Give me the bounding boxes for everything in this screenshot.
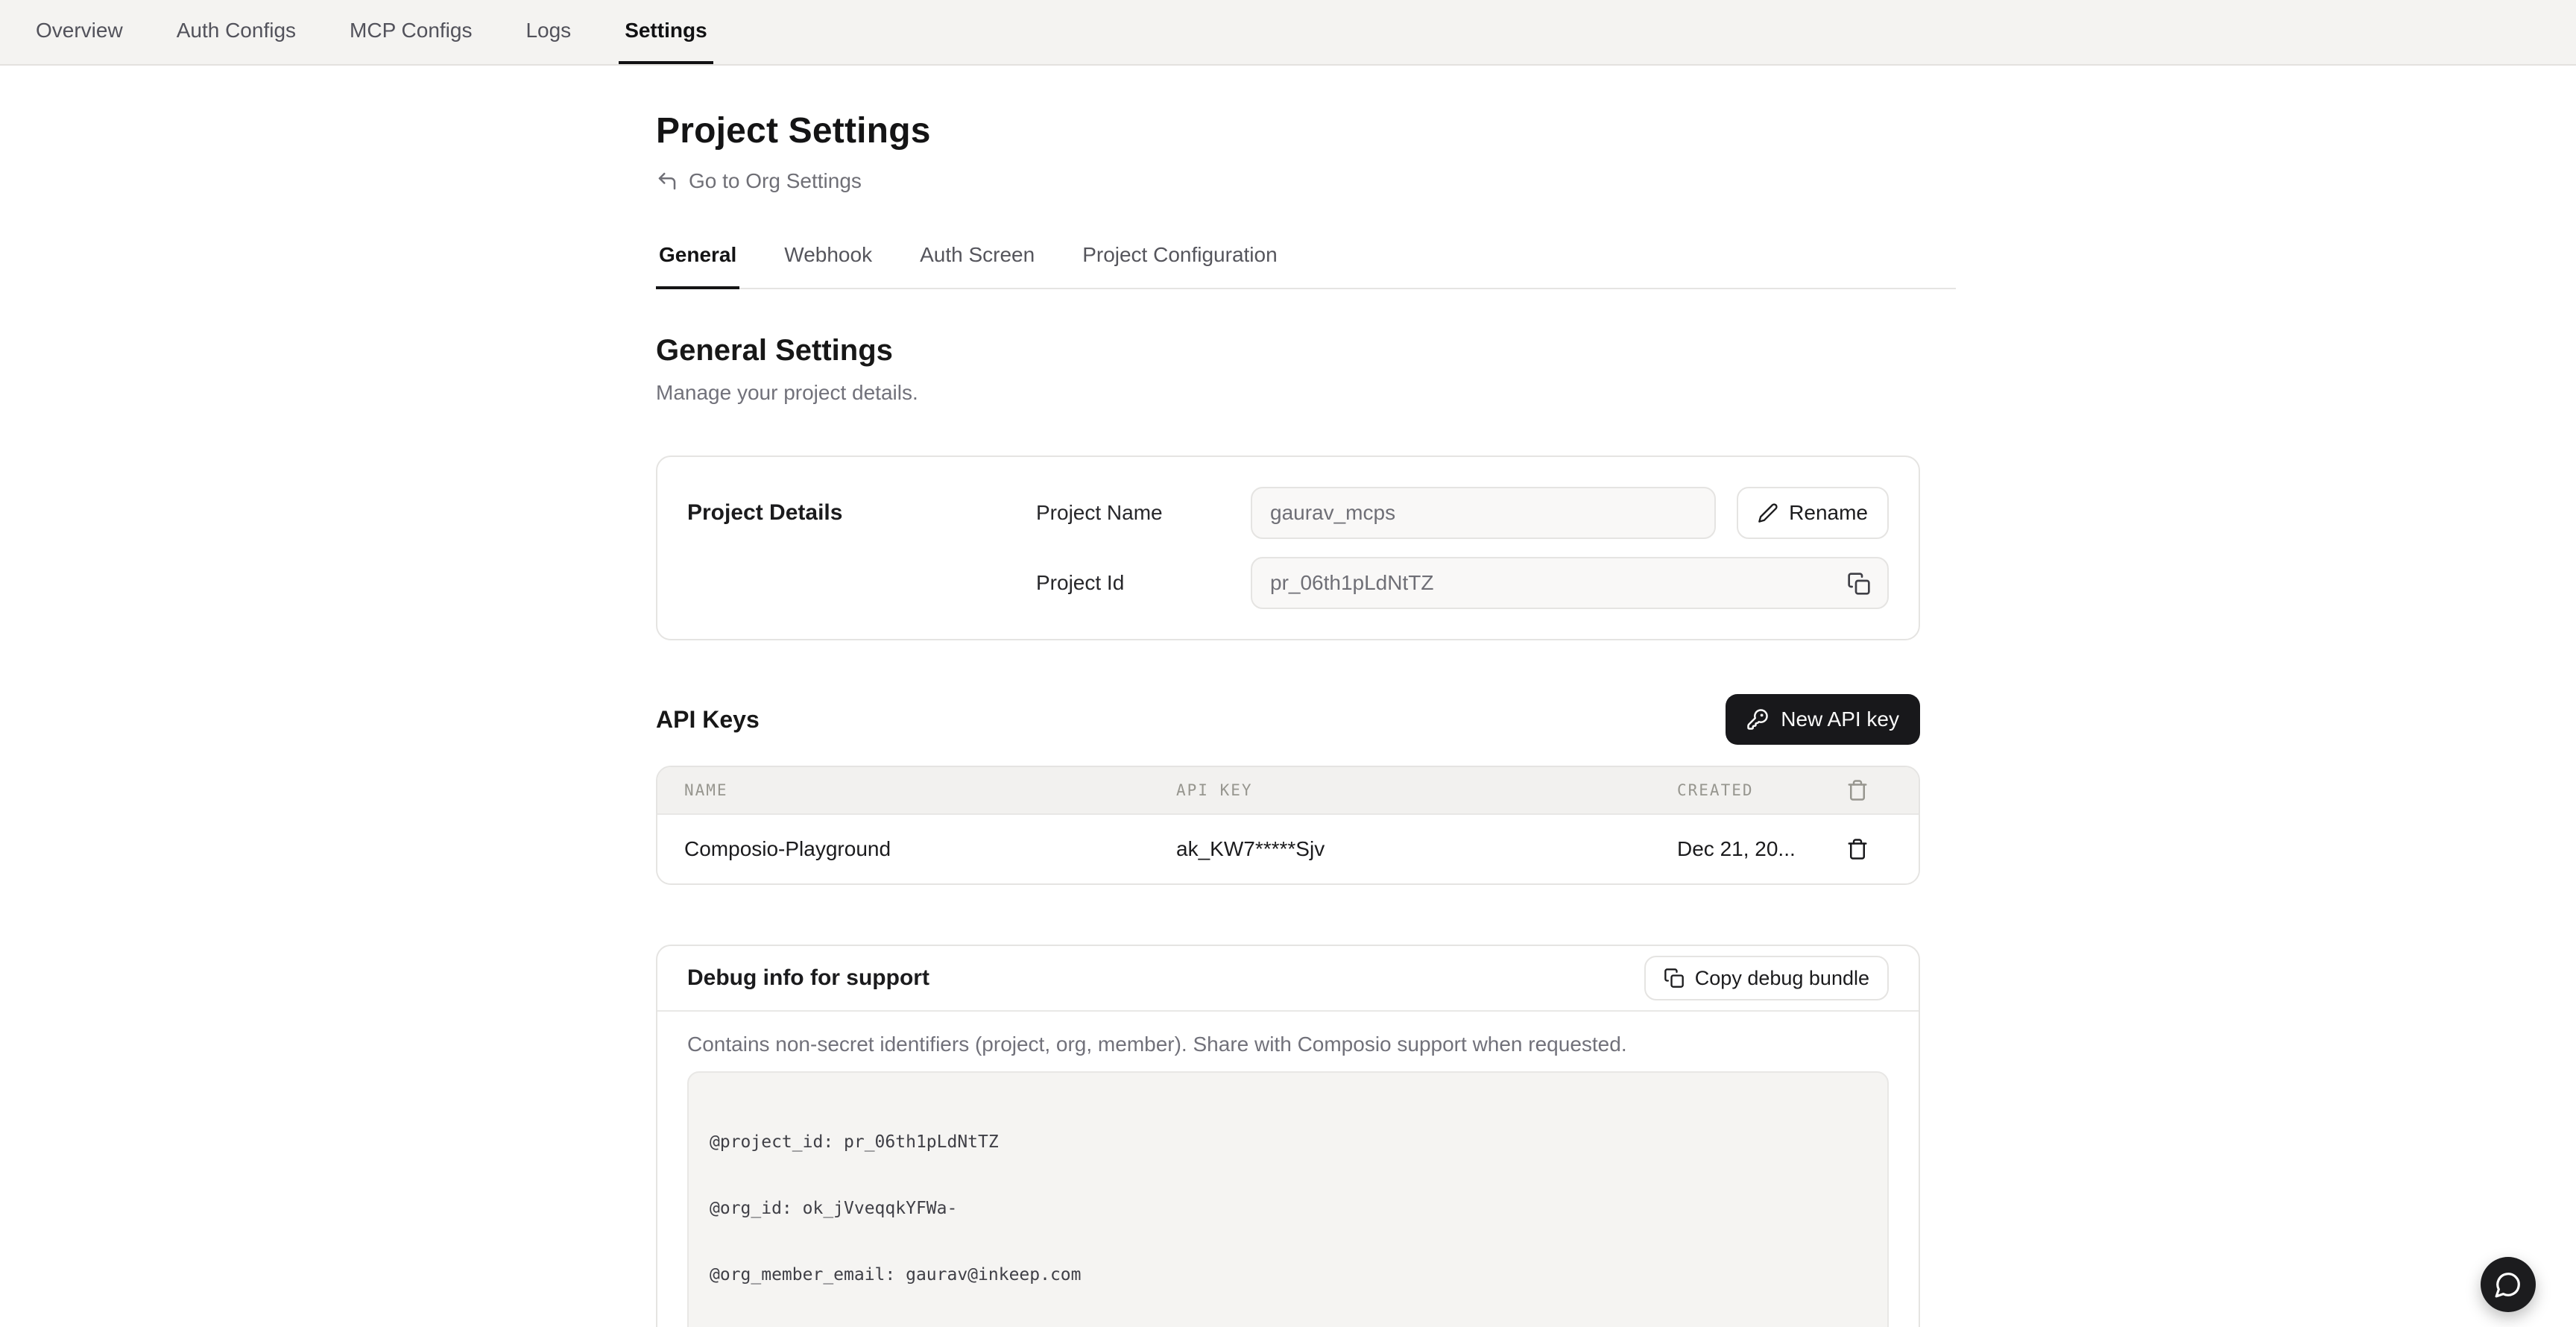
api-keys-table-header: NAME API KEY CREATED bbox=[657, 767, 1919, 813]
project-settings-page: Overview Auth Configs MCP Configs Logs S… bbox=[0, 0, 2576, 1327]
api-keys-header: API Keys New API key bbox=[656, 694, 1920, 745]
debug-info-description: Contains non-secret identifiers (project… bbox=[687, 1033, 1889, 1056]
new-api-key-label: New API key bbox=[1781, 707, 1899, 731]
copy-debug-bundle-button[interactable]: Copy debug bundle bbox=[1644, 956, 1889, 1000]
general-settings-heading: General Settings bbox=[656, 334, 1956, 368]
copy-icon bbox=[1847, 572, 1871, 596]
debug-info-title: Debug info for support bbox=[687, 965, 929, 991]
delete-api-key-button[interactable] bbox=[1843, 835, 1872, 863]
debug-line-org-id: @org_id: ok_jVveqqkYFWa- bbox=[710, 1198, 1866, 1220]
project-id-input[interactable] bbox=[1251, 557, 1889, 609]
debug-info-header: Debug info for support Copy debug bundle bbox=[657, 946, 1919, 1012]
tab-project-configuration[interactable]: Project Configuration bbox=[1079, 243, 1280, 289]
chat-support-button[interactable] bbox=[2481, 1257, 2536, 1312]
debug-info-body: Contains non-secret identifiers (project… bbox=[657, 1012, 1919, 1327]
column-header-created: CREATED bbox=[1677, 781, 1823, 799]
pencil-icon bbox=[1758, 502, 1778, 523]
nav-item-logs[interactable]: Logs bbox=[520, 0, 577, 64]
general-settings-subheading: Manage your project details. bbox=[656, 381, 1956, 405]
project-id-label: Project Id bbox=[1036, 571, 1230, 595]
table-row: Composio-Playground ak_KW7*****Sjv Dec 2… bbox=[657, 813, 1919, 883]
debug-line-project-id: @project_id: pr_06th1pLdNtTZ bbox=[710, 1132, 1866, 1154]
tab-webhook[interactable]: Webhook bbox=[781, 243, 875, 289]
nav-item-settings[interactable]: Settings bbox=[619, 0, 713, 64]
go-to-org-settings-label: Go to Org Settings bbox=[689, 169, 862, 193]
rename-button[interactable]: Rename bbox=[1737, 487, 1889, 539]
main-content: Project Settings Go to Org Settings Gene… bbox=[656, 66, 1956, 1327]
tab-general[interactable]: General bbox=[656, 243, 739, 289]
api-keys-heading: API Keys bbox=[656, 706, 760, 734]
debug-bundle-code-block: @project_id: pr_06th1pLdNtTZ @org_id: ok… bbox=[687, 1071, 1889, 1327]
copy-debug-bundle-label: Copy debug bundle bbox=[1695, 967, 1869, 990]
project-name-input[interactable] bbox=[1251, 487, 1716, 539]
trash-icon bbox=[1846, 838, 1869, 860]
column-header-api-key: API KEY bbox=[1176, 781, 1677, 799]
project-name-row: Project Name Rename bbox=[1036, 487, 1889, 539]
project-details-title: Project Details bbox=[687, 487, 1036, 609]
project-details-card: Project Details Project Name Rename bbox=[656, 456, 1920, 640]
debug-line-org-member-email: @org_member_email: gaurav@inkeep.com bbox=[710, 1264, 1866, 1287]
project-name-label: Project Name bbox=[1036, 501, 1230, 525]
api-key-created-cell: Dec 21, 20... bbox=[1677, 837, 1823, 861]
page-title: Project Settings bbox=[656, 110, 1956, 151]
rename-button-label: Rename bbox=[1789, 501, 1868, 525]
trash-icon bbox=[1846, 779, 1869, 801]
copy-project-id-button[interactable] bbox=[1844, 569, 1874, 599]
api-keys-table: NAME API KEY CREATED Composio-Playground… bbox=[656, 766, 1920, 885]
project-details-fields: Project Name Rename Project I bbox=[1036, 487, 1889, 609]
chat-bubble-icon bbox=[2494, 1270, 2522, 1299]
corner-up-left-icon bbox=[656, 170, 678, 192]
nav-item-overview[interactable]: Overview bbox=[30, 0, 129, 64]
new-api-key-button[interactable]: New API key bbox=[1726, 694, 1920, 745]
api-key-value-cell: ak_KW7*****Sjv bbox=[1176, 837, 1677, 861]
nav-item-mcp-configs[interactable]: MCP Configs bbox=[344, 0, 478, 64]
project-id-row: Project Id bbox=[1036, 557, 1889, 609]
nav-item-auth-configs[interactable]: Auth Configs bbox=[171, 0, 302, 64]
tab-auth-screen[interactable]: Auth Screen bbox=[917, 243, 1038, 289]
api-key-name-cell: Composio-Playground bbox=[684, 837, 1176, 861]
top-navbar: Overview Auth Configs MCP Configs Logs S… bbox=[0, 0, 2576, 66]
column-header-name: NAME bbox=[684, 781, 1176, 799]
copy-icon bbox=[1664, 968, 1685, 989]
go-to-org-settings-link[interactable]: Go to Org Settings bbox=[656, 169, 862, 193]
key-icon bbox=[1746, 708, 1769, 731]
settings-tabs: General Webhook Auth Screen Project Conf… bbox=[656, 243, 1956, 289]
debug-info-card: Debug info for support Copy debug bundle… bbox=[656, 945, 1920, 1327]
